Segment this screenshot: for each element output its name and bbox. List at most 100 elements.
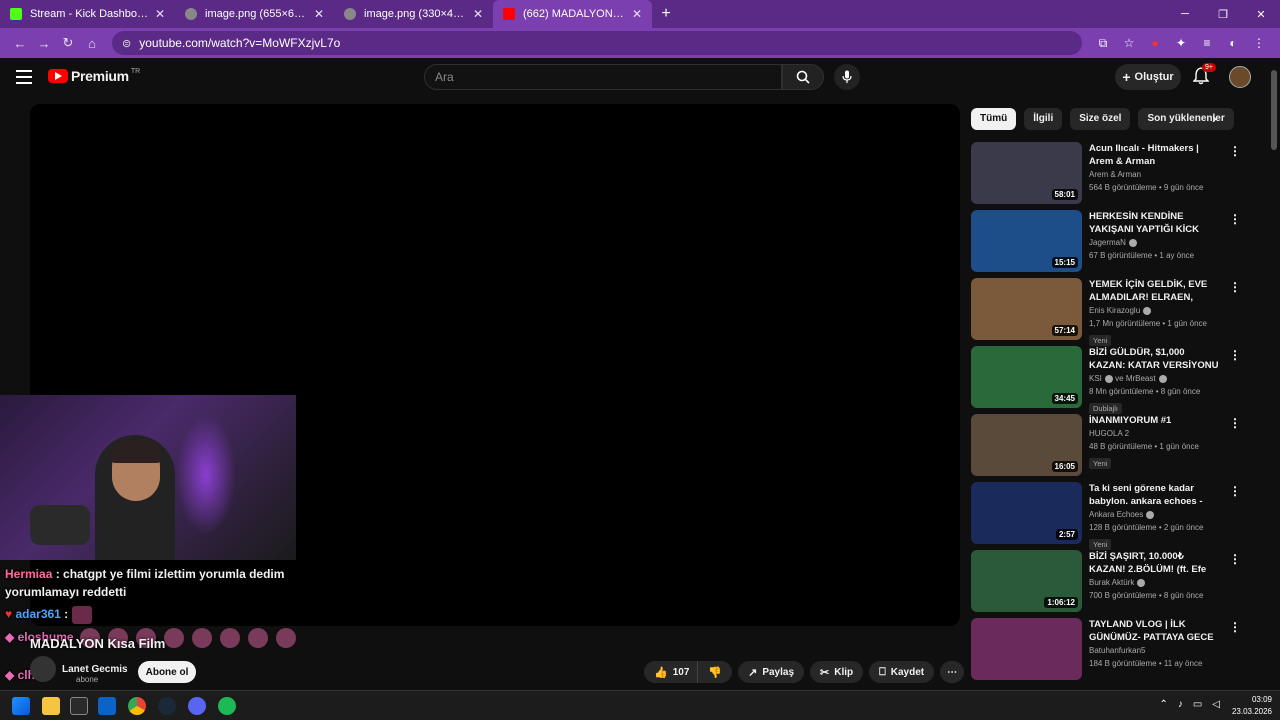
bookmark-star-icon[interactable]: ☆ xyxy=(1116,31,1142,55)
video-thumbnail[interactable]: 58:01 xyxy=(971,142,1082,204)
extensions-puzzle-icon[interactable]: ✦ xyxy=(1168,31,1194,55)
channel-name-2[interactable]: ve MrBeast xyxy=(1115,374,1155,383)
browser-tab[interactable]: Stream - Kick Dashboard ✕ xyxy=(0,0,175,28)
channel-name[interactable]: Ankara Echoes xyxy=(1089,510,1143,519)
file-explorer-icon[interactable] xyxy=(42,697,60,715)
chrome-icon[interactable] xyxy=(128,697,146,715)
recommendation-item[interactable]: 57:14 YEMEK İÇİN GELDİK, EVE ALMADILAR! E… xyxy=(971,278,1271,346)
close-tab-icon[interactable]: ✕ xyxy=(632,7,642,21)
more-vertical-icon[interactable]: ⋮ xyxy=(1229,416,1241,430)
video-thumbnail[interactable]: 1:06:12 xyxy=(971,550,1082,612)
menu-icon[interactable] xyxy=(16,70,32,84)
recommendation-item[interactable]: 34:45 BİZİ GÜLDÜR, $1,000 KAZAN: KATAR VE… xyxy=(971,346,1271,414)
video-title[interactable]: Acun Ilıcalı - Hitmakers | Arem & Arman xyxy=(1089,142,1221,168)
recommendation-item[interactable]: 16:05 İNANMIYORUM #1 HUGOLA 2 48 B görüntül… xyxy=(971,414,1271,476)
scrollbar-thumb[interactable] xyxy=(1271,70,1277,150)
close-tab-icon[interactable]: ✕ xyxy=(155,7,165,21)
site-info-icon[interactable]: ⊜ xyxy=(122,37,131,50)
video-title[interactable]: HERKESİN KENDİNE YAKIŞANI YAPTIĞI KİCK E… xyxy=(1089,210,1221,236)
reload-icon[interactable]: ↻ xyxy=(56,31,80,55)
clock[interactable]: 03:09 23.03.2026 xyxy=(1232,694,1272,718)
video-thumbnail[interactable] xyxy=(971,618,1082,680)
profile-icon[interactable]: ◐ xyxy=(1220,31,1246,55)
back-icon[interactable]: ← xyxy=(8,31,32,55)
video-thumbnail[interactable]: 34:45 xyxy=(971,346,1082,408)
channel-name[interactable]: HUGOLA 2 xyxy=(1089,429,1129,438)
minimize-icon[interactable]: ─ xyxy=(1166,0,1204,28)
video-title[interactable]: BİZİ GÜLDÜR, $1,000 KAZAN: KATAR VERSİYO… xyxy=(1089,346,1221,372)
recommendation-item[interactable]: 58:01 Acun Ilıcalı - Hitmakers | Arem & A… xyxy=(971,142,1271,204)
more-vertical-icon[interactable]: ⋮ xyxy=(1229,144,1241,158)
more-vertical-icon[interactable]: ⋮ xyxy=(1229,620,1241,634)
maximize-icon[interactable]: ❐ xyxy=(1204,0,1242,28)
channel-name[interactable]: Burak Aktürk xyxy=(1089,578,1134,587)
network-icon[interactable]: ▭ xyxy=(1193,699,1202,710)
clip-button[interactable]: ✂ Klip xyxy=(810,661,864,683)
volume-icon[interactable]: ◁ xyxy=(1212,699,1220,710)
scrollbar[interactable] xyxy=(1270,64,1278,684)
forward-icon[interactable]: → xyxy=(32,31,56,55)
more-actions-button[interactable]: ⋯ xyxy=(940,661,965,683)
notifications-button[interactable]: 9+ xyxy=(1192,63,1216,87)
home-icon[interactable]: ⌂ xyxy=(80,31,104,55)
recommendation-item[interactable]: TAYLAND VLOG | İLK GÜNÜMÜZ- PATTAYA GECE… xyxy=(971,618,1271,680)
channel-name[interactable]: Enis Kirazoglu xyxy=(1089,306,1140,315)
channel-name[interactable]: JagermaN xyxy=(1089,238,1126,247)
discord-icon[interactable] xyxy=(188,697,206,715)
extension-icon[interactable]: ● xyxy=(1142,31,1168,55)
dislike-button[interactable]: 👎 xyxy=(698,661,732,683)
close-tab-icon[interactable]: ✕ xyxy=(314,7,324,21)
channel-name[interactable]: KSI xyxy=(1089,374,1102,383)
more-vertical-icon[interactable]: ⋮ xyxy=(1229,280,1241,294)
new-tab-button[interactable]: + xyxy=(652,0,680,28)
video-thumbnail[interactable]: 15:15 xyxy=(971,210,1082,272)
video-title[interactable]: Ta ki seni görene kadar babylon. ankara … xyxy=(1089,482,1221,508)
like-button[interactable]: 👍 107 xyxy=(644,661,699,683)
channel-avatar[interactable] xyxy=(30,656,56,682)
store-icon[interactable] xyxy=(70,697,88,715)
chip-related[interactable]: İlgili xyxy=(1024,108,1063,130)
channel-name[interactable]: Arem & Arman xyxy=(1089,170,1141,179)
browser-tab[interactable]: image.png (655×675) ✕ xyxy=(175,0,334,28)
youtube-logo[interactable]: Premium TR xyxy=(48,68,140,84)
close-window-icon[interactable]: ✕ xyxy=(1242,0,1280,28)
account-avatar[interactable] xyxy=(1229,66,1251,88)
chevron-right-icon[interactable]: › xyxy=(1212,110,1217,126)
share-button[interactable]: ↗ Paylaş xyxy=(738,661,805,683)
chip-recently-uploaded[interactable]: Son yüklenenler xyxy=(1138,108,1234,130)
video-thumbnail[interactable]: 2:57 xyxy=(971,482,1082,544)
windows-start-icon[interactable] xyxy=(12,697,30,715)
chip-for-you[interactable]: Size özel xyxy=(1070,108,1131,130)
browser-tab-active[interactable]: (662) MADALYON Kısa Film - Yo ✕ xyxy=(493,0,652,28)
recommendation-item[interactable]: 2:57 Ta ki seni görene kadar babylon. ank… xyxy=(971,482,1271,550)
close-tab-icon[interactable]: ✕ xyxy=(473,7,483,21)
recommendation-item[interactable]: 15:15 HERKESİN KENDİNE YAKIŞANI YAPTIĞI K… xyxy=(971,210,1271,272)
outlook-icon[interactable] xyxy=(98,697,116,715)
address-bar[interactable]: ⊜ youtube.com/watch?v=MoWFXzjvL7o xyxy=(112,31,1082,55)
video-title[interactable]: TAYLAND VLOG | İLK GÜNÜMÜZ- PATTAYA GECE… xyxy=(1089,618,1221,644)
install-app-icon[interactable]: ⧉ xyxy=(1090,31,1116,55)
create-button[interactable]: + Oluştur xyxy=(1115,64,1181,90)
save-button[interactable]: ⎕ Kaydet xyxy=(869,661,935,683)
channel-name[interactable]: Lanet Gecmis xyxy=(62,664,128,675)
search-input[interactable]: Ara xyxy=(424,64,782,90)
more-vertical-icon[interactable]: ⋮ xyxy=(1229,212,1241,226)
video-thumbnail[interactable]: 16:05 xyxy=(971,414,1082,476)
video-title[interactable]: İNANMIYORUM #1 xyxy=(1089,414,1221,427)
steam-icon[interactable] xyxy=(158,697,176,715)
spotify-icon[interactable] xyxy=(218,697,236,715)
channel-name[interactable]: Batuhanfurkan5 xyxy=(1089,646,1146,655)
more-vertical-icon[interactable]: ⋮ xyxy=(1229,348,1241,362)
search-button[interactable] xyxy=(782,64,824,90)
voice-search-button[interactable] xyxy=(834,64,860,90)
video-title[interactable]: BİZİ ŞAŞIRT, 10.000₺ KAZAN! 2.BÖLÜM! (ft… xyxy=(1089,550,1221,576)
video-title[interactable]: YEMEK İÇİN GELDİK, EVE ALMADILAR! ELRAEN… xyxy=(1089,278,1221,304)
chevron-up-icon[interactable]: ⌃ xyxy=(1159,699,1167,710)
reading-list-icon[interactable]: ≡ xyxy=(1194,31,1220,55)
browser-tab[interactable]: image.png (330×461) ✕ xyxy=(334,0,493,28)
subscribe-button[interactable]: Abone ol xyxy=(138,661,196,683)
chip-all[interactable]: Tümü xyxy=(971,108,1017,130)
browser-menu-icon[interactable]: ⋮ xyxy=(1246,31,1272,55)
microphone-tray-icon[interactable]: ♪ xyxy=(1178,699,1183,710)
more-vertical-icon[interactable]: ⋮ xyxy=(1229,552,1241,566)
